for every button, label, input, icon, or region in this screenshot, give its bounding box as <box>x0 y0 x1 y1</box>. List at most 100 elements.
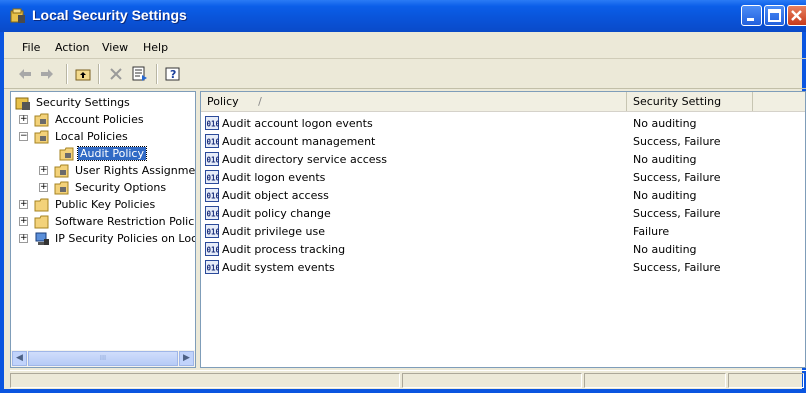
table-row[interactable]: 010 Audit account management Success, Fail… <box>201 132 805 150</box>
back-button[interactable] <box>16 65 34 83</box>
column-header-security-setting[interactable]: Security Setting <box>627 92 753 111</box>
scroll-left-button[interactable]: ◀ <box>12 351 27 366</box>
column-header-empty[interactable] <box>753 92 805 111</box>
tree-item-label: User Rights Assignmen <box>75 164 196 177</box>
column-label: Policy <box>207 95 239 108</box>
menu-action[interactable]: Action <box>55 41 89 54</box>
policy-name: Audit object access <box>222 188 329 202</box>
toolbar-separator <box>156 64 158 84</box>
expand-toggle-icon[interactable]: + <box>19 200 28 209</box>
policy-name: Audit privilege use <box>222 224 326 238</box>
tree-item-label: IP Security Policies on Loca <box>55 232 196 245</box>
table-row[interactable]: 010 Audit logon events Success, Failure <box>201 168 805 186</box>
tree-item-security-settings[interactable]: Security Settings <box>15 94 132 111</box>
security-settings-icon <box>10 8 25 23</box>
table-row[interactable]: 010 Audit directory service access No audi… <box>201 150 805 168</box>
delete-button[interactable] <box>107 65 125 83</box>
list-header: Policy / Security Setting <box>201 92 805 112</box>
audit-policy-icon: 010 <box>205 188 221 202</box>
policy-name: Audit directory service access <box>222 152 388 166</box>
policy-cell: 010 Audit logon events <box>205 170 325 184</box>
tree-item-security-options[interactable]: + Security Options <box>39 179 168 196</box>
scroll-right-button[interactable]: ▶ <box>179 351 194 366</box>
security-setting-value: Success, Failure <box>633 261 721 274</box>
audit-policy-icon: 010 <box>205 206 221 220</box>
audit-policy-icon: 010 <box>205 260 221 274</box>
expand-toggle-icon[interactable]: + <box>19 217 28 226</box>
forward-arrow-icon <box>41 69 53 79</box>
folder-icon <box>34 215 49 228</box>
tree-item-audit-policy[interactable]: Audit Policy <box>59 145 147 162</box>
main-window: Local Security Settings File Action View… <box>0 0 806 393</box>
chevron-left-icon: ◀ <box>16 353 23 363</box>
policy-name: Audit policy change <box>222 206 331 220</box>
delete-x-icon <box>110 68 122 80</box>
close-icon <box>791 10 802 21</box>
title-bar[interactable]: Local Security Settings <box>0 0 806 32</box>
folder-icon <box>34 198 49 211</box>
expand-toggle-icon[interactable]: + <box>19 234 28 243</box>
ip-security-icon <box>35 232 49 245</box>
forward-button[interactable] <box>38 65 56 83</box>
svg-text:010: 010 <box>207 192 220 201</box>
export-list-button[interactable] <box>131 65 149 83</box>
column-header-policy[interactable]: Policy / <box>201 92 627 111</box>
security-setting-value: No auditing <box>633 243 697 256</box>
audit-policy-icon: 010 <box>205 224 221 238</box>
policy-cell: 010 Audit object access <box>205 188 329 202</box>
menu-view[interactable]: View <box>102 41 128 54</box>
expand-toggle-icon[interactable]: + <box>19 115 28 124</box>
tree-item-ip-security-policies[interactable]: + IP Security Policies on Loca <box>19 230 196 247</box>
policy-list-pane[interactable]: Policy / Security Setting 010 Audit accou… <box>200 91 806 368</box>
menu-help[interactable]: Help <box>143 41 168 54</box>
tree-item-user-rights-assignment[interactable]: + User Rights Assignmen <box>39 162 196 179</box>
svg-text:010: 010 <box>207 156 220 165</box>
audit-policy-icon: 010 <box>205 242 221 256</box>
open-folder-lock-icon <box>34 130 49 143</box>
tree-item-label: Local Policies <box>55 130 128 143</box>
svg-text:010: 010 <box>207 174 220 183</box>
minimize-button[interactable] <box>741 5 762 26</box>
toolbar: ? <box>4 59 806 89</box>
window-title: Local Security Settings <box>32 7 187 23</box>
menu-file[interactable]: File <box>22 41 40 54</box>
status-segment <box>584 373 726 388</box>
close-button[interactable] <box>787 5 806 26</box>
tree-item-public-key-policies[interactable]: + Public Key Policies <box>19 196 157 213</box>
security-settings-icon <box>15 97 30 110</box>
audit-policy-icon: 010 <box>205 116 221 130</box>
security-setting-value: No auditing <box>633 189 697 202</box>
tree-item-label: Account Policies <box>55 113 144 126</box>
table-row[interactable]: 010 Audit policy change Success, Failure <box>201 204 805 222</box>
svg-text:010: 010 <box>207 210 220 219</box>
table-row[interactable]: 010 Audit process tracking No auditing <box>201 240 805 258</box>
svg-text:010: 010 <box>207 228 220 237</box>
collapse-toggle-icon[interactable]: − <box>19 132 28 141</box>
up-one-level-button[interactable] <box>74 65 92 83</box>
tree-item-label: Public Key Policies <box>55 198 156 211</box>
expand-toggle-icon[interactable]: + <box>39 166 48 175</box>
expand-toggle-icon[interactable]: + <box>39 183 48 192</box>
svg-text:010: 010 <box>207 246 220 255</box>
tree-item-local-policies[interactable]: − Local Policies <box>19 128 130 145</box>
help-button[interactable]: ? <box>164 65 182 83</box>
tree-horizontal-scrollbar[interactable]: ◀ III ▶ <box>11 350 195 367</box>
tree-item-account-policies[interactable]: + Account Policies <box>19 111 146 128</box>
chevron-right-icon: ▶ <box>183 353 190 363</box>
tree-item-software-restriction-policies[interactable]: + Software Restriction Policie <box>19 213 195 230</box>
policy-cell: 010 Audit account management <box>205 134 375 148</box>
tree-pane[interactable]: Security Settings + Account Policies − L… <box>10 91 196 368</box>
policy-name: Audit process tracking <box>222 242 346 256</box>
table-row[interactable]: 010 Audit object access No auditing <box>201 186 805 204</box>
table-row[interactable]: 010 Audit privilege use Failure <box>201 222 805 240</box>
status-segment <box>728 373 804 388</box>
folder-lock-icon <box>54 164 69 177</box>
maximize-button[interactable] <box>764 5 785 26</box>
scroll-thumb[interactable]: III <box>28 351 178 366</box>
status-segment <box>10 373 400 388</box>
menu-bar: File Action View Help <box>4 36 806 59</box>
policy-cell: 010 Audit system events <box>205 260 335 274</box>
table-row[interactable]: 010 Audit system events Success, Failure <box>201 258 805 276</box>
minimize-icon <box>747 18 754 21</box>
table-row[interactable]: 010 Audit account logon events No auditing <box>201 114 805 132</box>
